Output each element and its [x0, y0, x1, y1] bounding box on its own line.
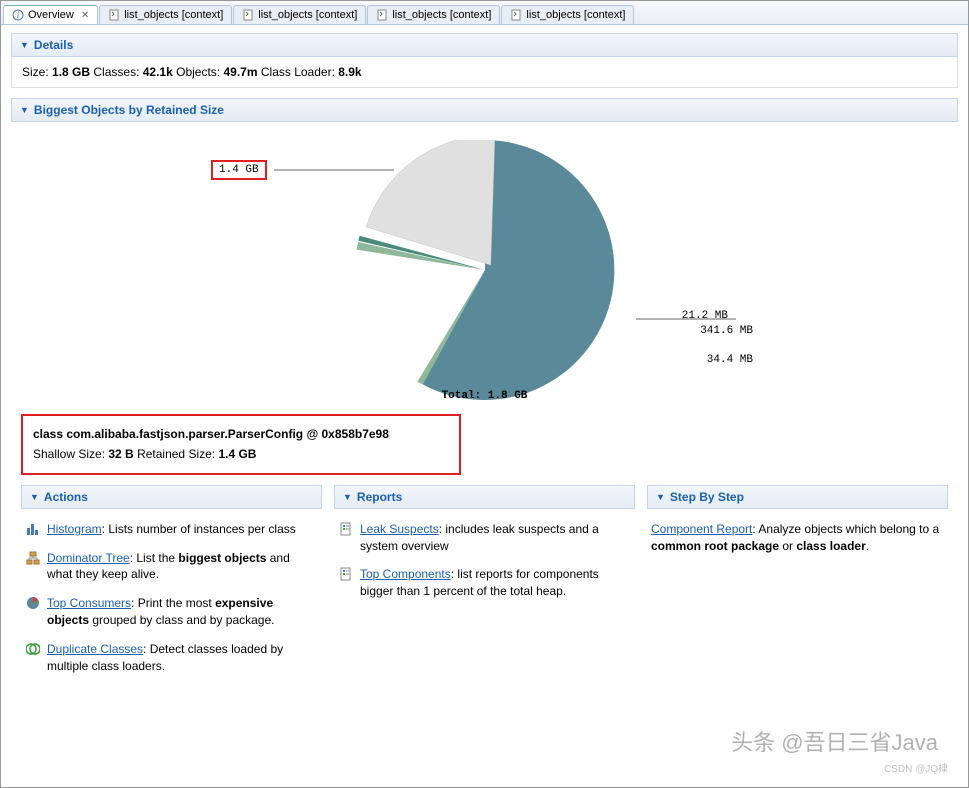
- size-label: Size:: [22, 65, 49, 79]
- biggest-body: 1.4 GB 21.2 MB 341.6 MB 34.4 MB Total: 1…: [11, 122, 958, 694]
- classes-value: 42.1k: [143, 65, 173, 79]
- tooltip-class: com.alibaba.fastjson.parser.ParserConfig: [66, 427, 303, 441]
- pie-icon: [25, 595, 41, 611]
- report-icon: [338, 566, 354, 582]
- tab-list-objects-2[interactable]: list_objects [context]: [233, 5, 366, 24]
- caret-down-icon: ▼: [343, 492, 352, 502]
- component-report-link[interactable]: Component Report: [651, 522, 752, 536]
- actions-header[interactable]: ▼ Actions: [21, 485, 322, 509]
- section-title: Step By Step: [670, 490, 744, 504]
- tab-overview[interactable]: i Overview ✕: [3, 5, 98, 24]
- tooltip-retained: 1.4 GB: [218, 447, 256, 461]
- pie-chart[interactable]: 1.4 GB 21.2 MB 341.6 MB 34.4 MB Total: 1…: [21, 130, 948, 410]
- tab-label: list_objects [context]: [392, 9, 491, 21]
- biggest-header[interactable]: ▼ Biggest Objects by Retained Size: [11, 98, 958, 122]
- svg-text:i: i: [17, 10, 20, 20]
- tooltip-addr: @ 0x858b7e98: [303, 427, 389, 441]
- tab-label: list_objects [context]: [124, 9, 223, 21]
- report-icon: [338, 521, 354, 537]
- caret-down-icon: ▼: [656, 492, 665, 502]
- section-title: Biggest Objects by Retained Size: [34, 103, 224, 117]
- info-icon: i: [12, 9, 24, 21]
- objects-value: 49.7m: [223, 65, 257, 79]
- objects-label: Objects:: [176, 65, 220, 79]
- section-title: Actions: [44, 490, 88, 504]
- size-value: 1.8 GB: [52, 65, 90, 79]
- tab-list-objects-1[interactable]: list_objects [context]: [99, 5, 232, 24]
- components-link[interactable]: Top Components: [360, 567, 451, 581]
- doc-icon: [108, 9, 120, 21]
- details-body: Size: 1.8 GB Classes: 42.1k Objects: 49.…: [11, 57, 958, 88]
- tree-icon: [25, 550, 41, 566]
- dominator-link[interactable]: Dominator Tree: [47, 551, 130, 565]
- classloader-value: 8.9k: [338, 65, 361, 79]
- tooltip-shallow: 32 B: [108, 447, 133, 461]
- doc-icon: [510, 9, 522, 21]
- caret-down-icon: ▼: [20, 40, 29, 50]
- classloader-label: Class Loader:: [261, 65, 335, 79]
- close-icon[interactable]: ✕: [81, 10, 89, 21]
- section-title: Details: [34, 38, 73, 52]
- chart-label-main: 1.4 GB: [211, 160, 267, 180]
- stepbystep-header[interactable]: ▼ Step By Step: [647, 485, 948, 509]
- tab-label: list_objects [context]: [526, 9, 625, 21]
- tab-list-objects-3[interactable]: list_objects [context]: [367, 5, 500, 24]
- classes-label: Classes:: [93, 65, 139, 79]
- tab-list-objects-4[interactable]: list_objects [context]: [501, 5, 634, 24]
- histogram-link[interactable]: Histogram: [47, 522, 102, 536]
- details-header[interactable]: ▼ Details: [11, 33, 958, 57]
- watermark: 头条 @吾日三省Java: [731, 725, 938, 757]
- duplicate-link[interactable]: Duplicate Classes: [47, 642, 143, 656]
- histogram-icon: [25, 521, 41, 537]
- watermark: CSDN @JQ棣: [884, 760, 948, 775]
- chart-label-2: 34.4 MB: [707, 354, 753, 366]
- object-tooltip: class com.alibaba.fastjson.parser.Parser…: [21, 414, 461, 475]
- caret-down-icon: ▼: [30, 492, 39, 502]
- chart-total: Total: 1.8 GB: [442, 390, 528, 402]
- chart-label-4: 341.6 MB: [700, 325, 753, 337]
- tab-label: list_objects [context]: [258, 9, 357, 21]
- section-title: Reports: [357, 490, 402, 504]
- doc-icon: [376, 9, 388, 21]
- tab-bar: i Overview ✕ list_objects [context] list…: [1, 1, 968, 25]
- caret-down-icon: ▼: [20, 105, 29, 115]
- duplicate-icon: [25, 641, 41, 657]
- reports-header[interactable]: ▼ Reports: [334, 485, 635, 509]
- leak-link[interactable]: Leak Suspects: [360, 522, 439, 536]
- doc-icon: [242, 9, 254, 21]
- tab-label: Overview: [28, 9, 74, 21]
- consumers-link[interactable]: Top Consumers: [47, 596, 131, 610]
